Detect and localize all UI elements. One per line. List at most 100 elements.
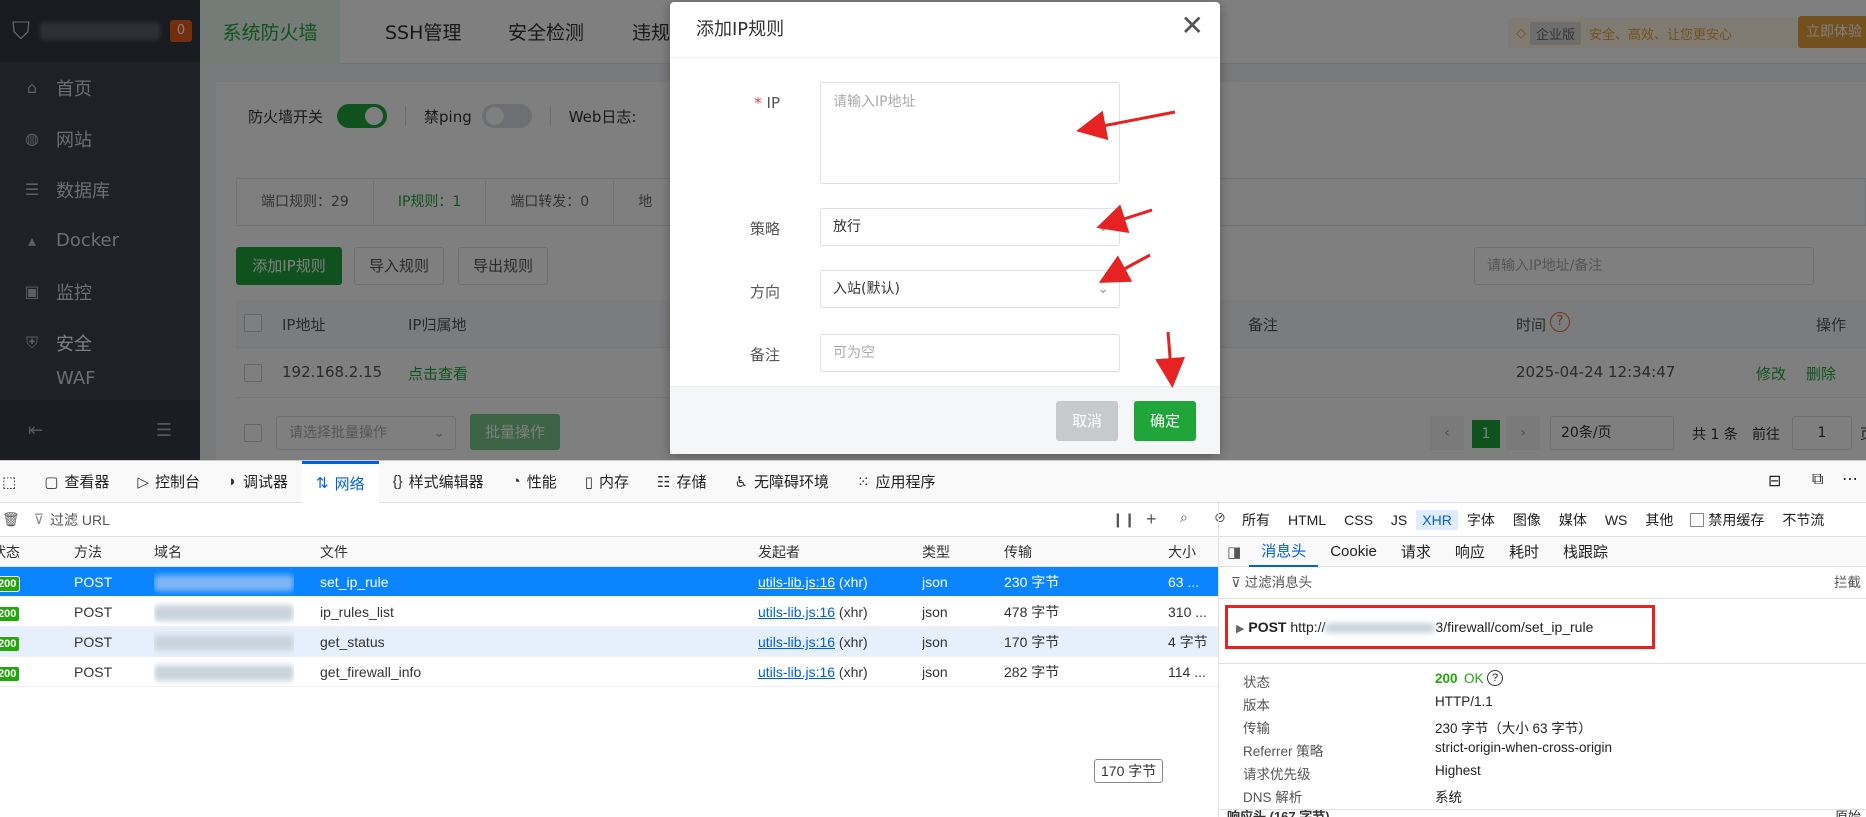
performance-icon: ◔ — [511, 473, 521, 490]
col-status[interactable]: 状态 — [0, 537, 20, 567]
add-icon[interactable]: + — [1146, 509, 1157, 530]
request-url-line[interactable]: ▶ POST http:// 3/firewall/com/set_ip_rule — [1225, 605, 1655, 649]
initiator-link[interactable]: utils-lib.js:16 — [758, 574, 835, 590]
help-icon[interactable]: ? — [1487, 670, 1503, 686]
tab-headers[interactable]: 消息头 — [1249, 537, 1319, 567]
col-type[interactable]: 类型 — [922, 537, 950, 567]
pause-icon[interactable]: ❙❙ — [1112, 511, 1135, 528]
tab-network[interactable]: ⇅ 网络 — [302, 460, 379, 503]
request-url-suffix: 3/firewall/com/set_ip_rule — [1435, 619, 1594, 635]
network-icon: ⇅ — [316, 475, 329, 492]
request-method: POST — [1248, 619, 1287, 635]
network-request-table: 状态 方法 域名 文件 发起者 类型 传输 大小 200 POST set_ip… — [0, 537, 1218, 783]
memory-icon: ▯ — [584, 473, 594, 491]
col-method[interactable]: 方法 — [74, 537, 102, 567]
more-icon[interactable]: ⋯ — [1842, 469, 1858, 489]
search-icon[interactable]: ⌕ — [1180, 509, 1188, 526]
filter-html[interactable]: HTML — [1279, 512, 1335, 528]
col-domain[interactable]: 域名 — [154, 537, 182, 567]
filter-image[interactable]: 图像 — [1504, 510, 1550, 530]
tab-label: 性能 — [526, 474, 557, 491]
request-row[interactable]: 200 POST ip_rules_list utils-lib.js:16 (… — [0, 597, 1218, 627]
request-row[interactable]: 200 POST get_firewall_info utils-lib.js:… — [0, 657, 1218, 687]
devtools-tabs: ⬚ ▢ 查看器 ▷ 控制台 ◗ 调试器 ⇅ 网络 {} 样式编辑器 ◔ 性能 ▯ 内存 ☷ 存储… — [0, 460, 1866, 503]
disable-cache-checkbox[interactable] — [1690, 512, 1705, 527]
filter-media[interactable]: 媒体 — [1550, 510, 1596, 530]
filter-ws[interactable]: WS — [1596, 512, 1637, 528]
detail-value: strict-origin-when-cross-origin — [1435, 740, 1613, 755]
tab-memory[interactable]: ▯ 内存 — [571, 461, 643, 503]
tab-storage[interactable]: ☷ 存储 — [643, 461, 720, 503]
detail-value: Highest — [1435, 763, 1481, 778]
throttle-select[interactable]: 不节流 — [1773, 510, 1833, 530]
filter-all[interactable]: 所有 — [1233, 510, 1279, 530]
direction-select[interactable]: 入站(默认) ⌄ — [820, 270, 1120, 308]
tab-label: 无障碍环境 — [753, 474, 829, 491]
tab-label: 样式编辑器 — [408, 474, 484, 491]
cancel-button[interactable]: 取消 — [1056, 401, 1118, 441]
block-button[interactable]: 拦截 — [1834, 567, 1861, 599]
initiator-link[interactable]: utils-lib.js:16 — [758, 634, 835, 650]
sidebar-toggle-icon[interactable]: ◨ — [1219, 543, 1249, 561]
filter-css[interactable]: CSS — [1335, 512, 1382, 528]
disable-cache-label: 禁用缓存 — [1708, 511, 1765, 528]
request-method: POST — [74, 574, 113, 590]
strategy-label: 策略 — [749, 220, 780, 238]
storage-icon: ☷ — [657, 473, 671, 491]
host-redacted — [1325, 623, 1436, 634]
confirm-button[interactable]: 确定 — [1134, 401, 1196, 441]
col-transfer[interactable]: 传输 — [1004, 537, 1032, 567]
request-type: json — [922, 634, 948, 650]
tab-label: 应用程序 — [875, 474, 936, 491]
filter-font[interactable]: 字体 — [1458, 510, 1504, 530]
tab-inspector[interactable]: ▢ 查看器 — [30, 461, 123, 503]
expand-icon: ▶ — [1236, 623, 1245, 635]
tab-style-editor[interactable]: {} 样式编辑器 — [379, 461, 498, 503]
tab-cookie[interactable]: Cookie — [1318, 543, 1389, 560]
initiator-link[interactable]: utils-lib.js:16 — [758, 604, 835, 620]
filter-url-input[interactable]: 过滤 URL — [50, 510, 110, 530]
col-size[interactable]: 大小 — [1168, 537, 1196, 567]
status-badge: 200 — [0, 576, 21, 592]
console-icon: ▷ — [137, 473, 149, 491]
col-file[interactable]: 文件 — [320, 537, 348, 567]
strategy-select[interactable]: 放行 ⌄ — [820, 208, 1120, 246]
tab-response[interactable]: 响应 — [1443, 541, 1497, 562]
initiator-link[interactable]: utils-lib.js:16 — [758, 664, 835, 680]
tab-debugger[interactable]: ◗ 调试器 — [214, 461, 302, 503]
request-file: get_firewall_info — [320, 664, 422, 680]
tab-performance[interactable]: ◔ 性能 — [498, 461, 571, 503]
ip-textarea[interactable]: 请输入IP地址 — [820, 82, 1120, 184]
note-input[interactable]: 可为空 — [820, 334, 1120, 372]
tab-stack-trace[interactable]: 栈跟踪 — [1551, 541, 1620, 562]
tab-label: 内存 — [599, 474, 630, 491]
filter-other[interactable]: 其他 — [1636, 510, 1682, 530]
direction-label: 方向 — [749, 283, 780, 301]
request-row[interactable]: 200 POST get_status utils-lib.js:16 (xhr… — [0, 627, 1218, 657]
tab-request[interactable]: 请求 — [1389, 541, 1443, 562]
inspector-icon: ▢ — [44, 473, 59, 491]
filter-xhr[interactable]: XHR — [1416, 509, 1458, 530]
filter-js[interactable]: JS — [1382, 512, 1416, 528]
tab-accessibility[interactable]: ♿ 无障碍环境 — [721, 461, 843, 503]
detail-key: 状态 — [1243, 675, 1270, 690]
dock-icon[interactable]: ⊟ — [1768, 471, 1781, 491]
trash-icon[interactable]: 🗑 — [2, 511, 20, 528]
domain-redacted — [154, 665, 294, 682]
tab-label: 查看器 — [64, 474, 110, 491]
tab-console[interactable]: ▷ 控制台 — [123, 461, 214, 503]
status-badge: 200 — [0, 606, 21, 622]
pick-element-icon[interactable]: ⬚ — [0, 461, 30, 503]
request-file: get_status — [320, 634, 385, 650]
tab-application[interactable]: ⁙ 应用程序 — [843, 461, 950, 503]
close-icon[interactable]: ✕ — [1181, 12, 1204, 40]
detail-value: HTTP/1.1 — [1435, 694, 1493, 709]
filter-headers-input[interactable]: 过滤消息头 — [1245, 575, 1313, 590]
domain-redacted — [154, 575, 294, 592]
tab-timings[interactable]: 耗时 — [1497, 541, 1551, 562]
request-row[interactable]: 200 POST set_ip_rule utils-lib.js:16 (xh… — [0, 567, 1218, 597]
tab-label: 网络 — [334, 475, 365, 493]
popout-icon[interactable]: ⧉ — [1812, 471, 1823, 489]
col-initiator[interactable]: 发起者 — [758, 537, 800, 567]
dialog-title: 添加IP规则 — [670, 2, 1220, 58]
